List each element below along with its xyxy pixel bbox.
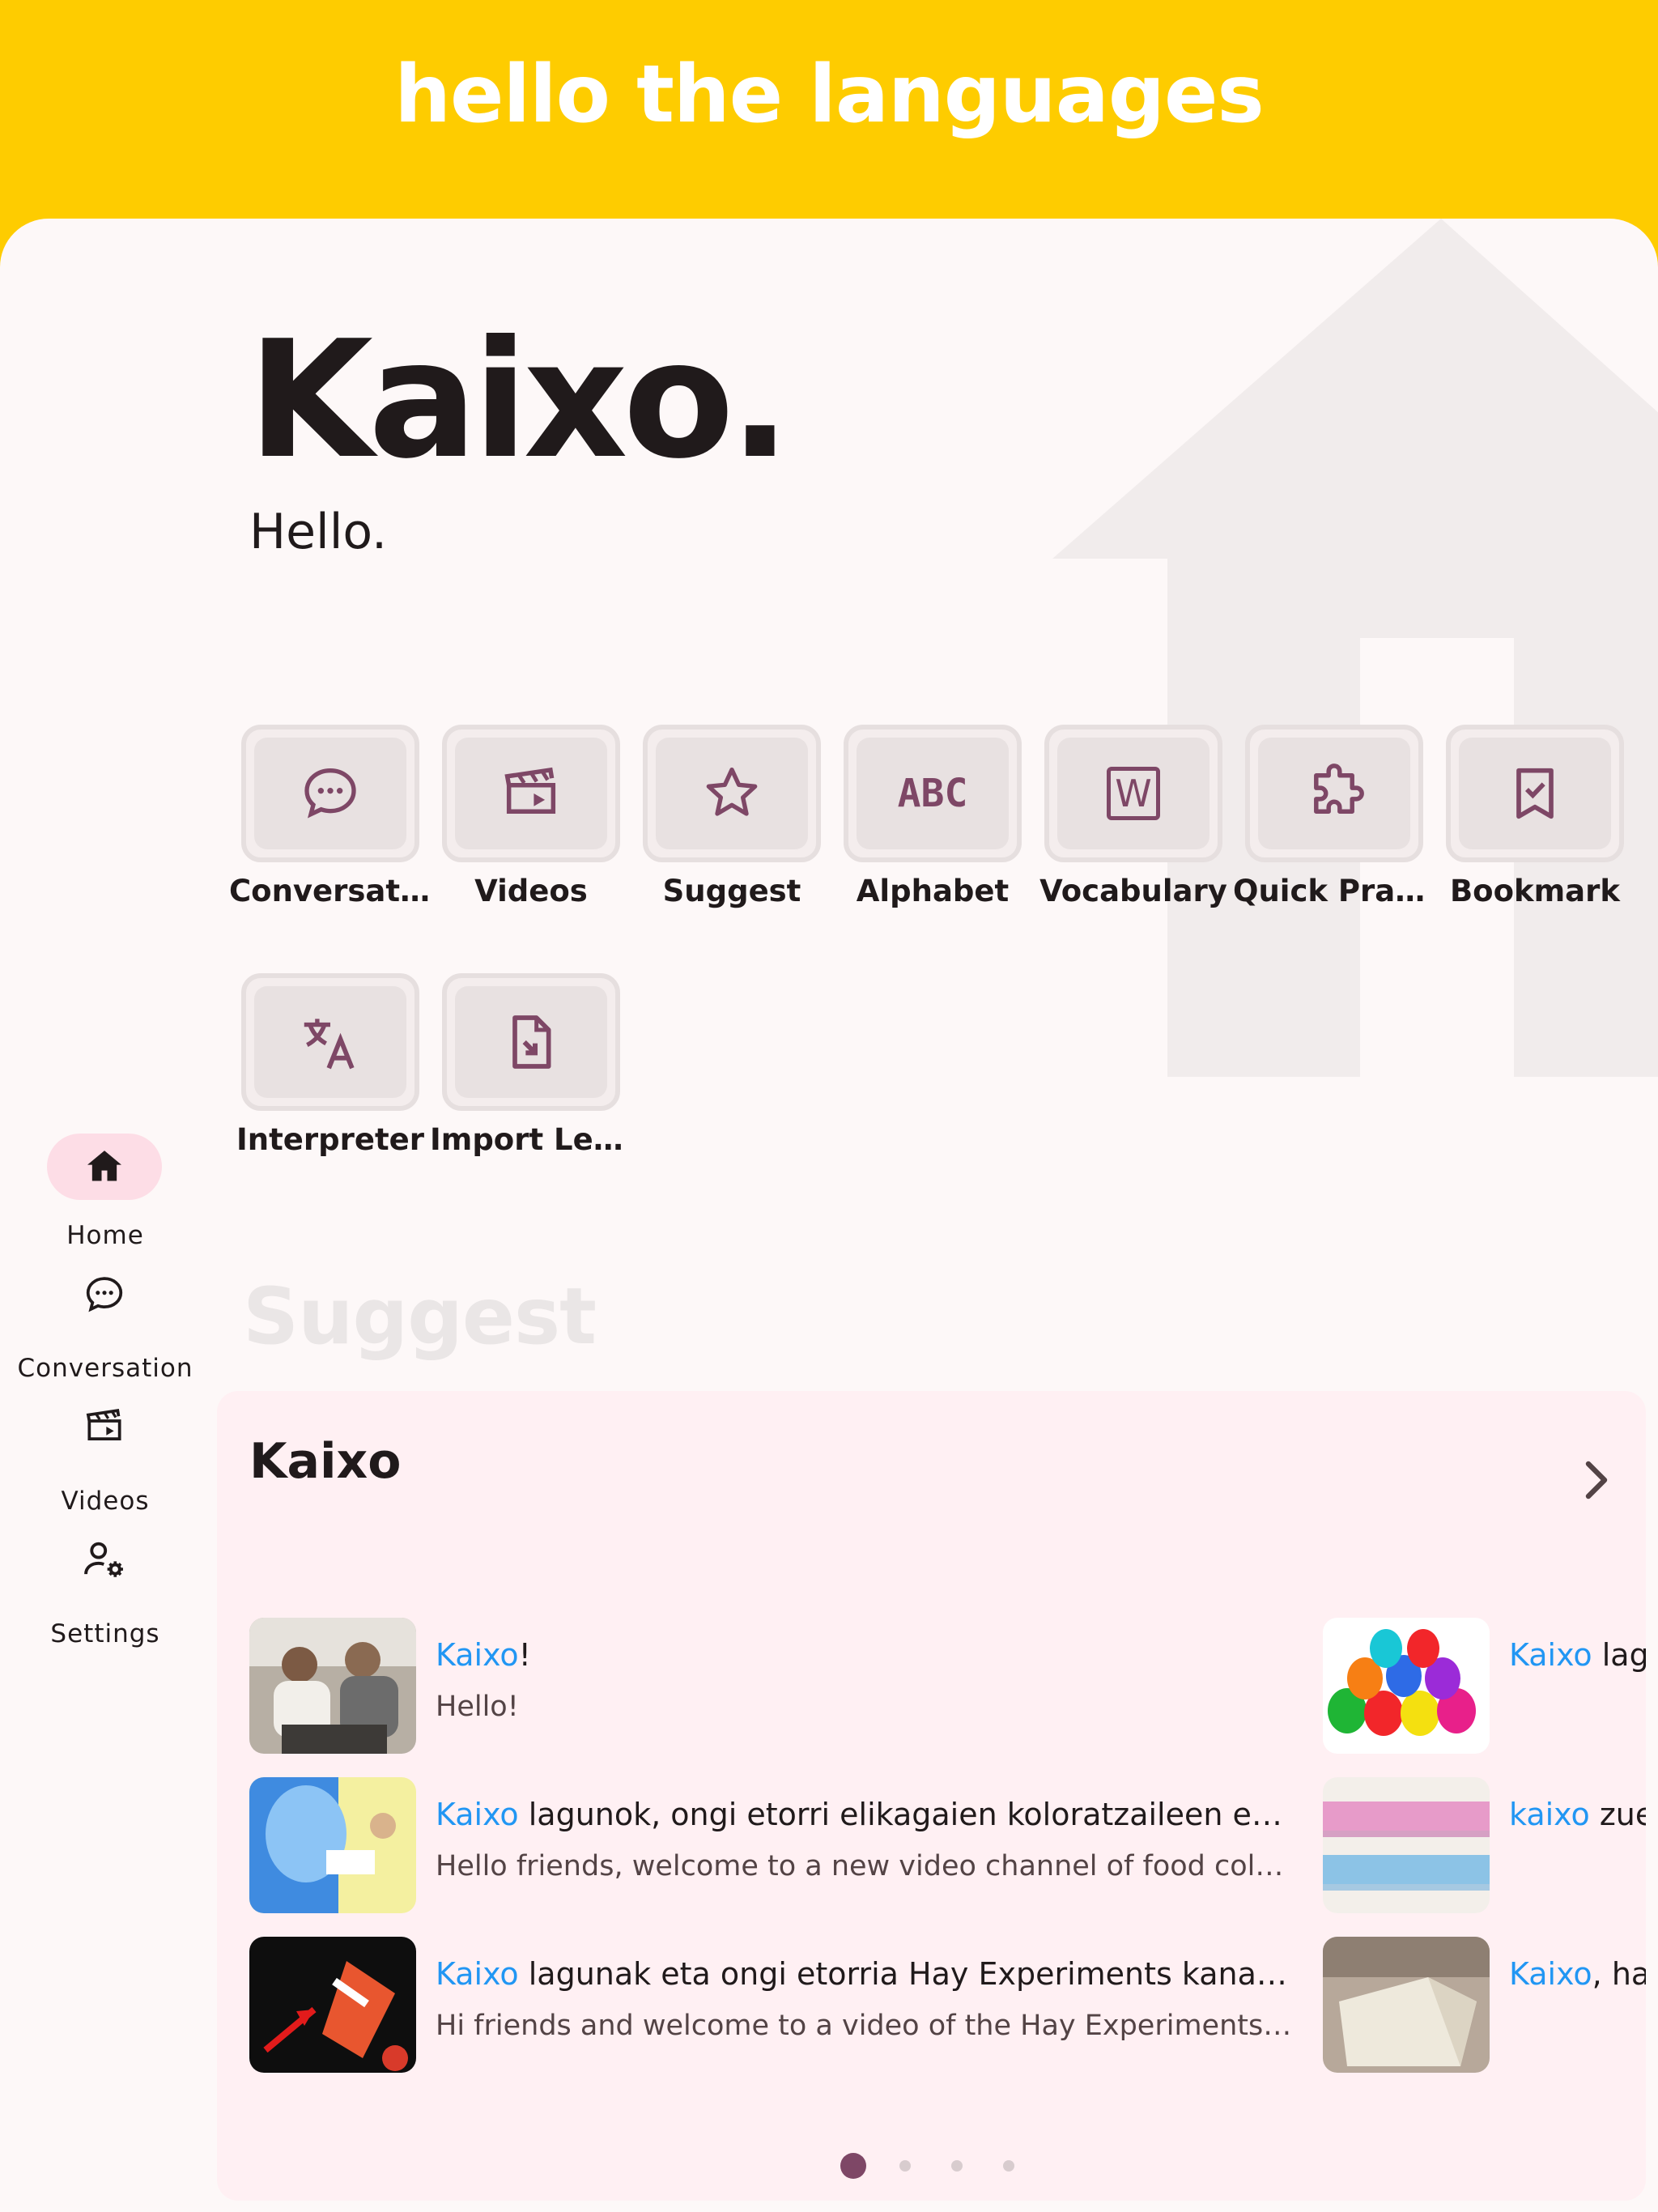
tile-videos[interactable]: Videos — [442, 725, 620, 908]
item-title-rest: lagunok, ongi etorri elikagaien koloratz… — [518, 1797, 1294, 1832]
house-watermark-icon — [1052, 219, 1658, 1077]
app-title: hello the languages — [394, 49, 1265, 141]
suggest-item[interactable]: Kaixo lagunok, ongi etorri elikagaien ko… — [249, 1777, 1302, 1913]
page-dot-active[interactable] — [840, 2153, 866, 2179]
video-thumbnail — [1323, 1618, 1490, 1754]
translate-icon — [304, 1019, 355, 1070]
suggest-card: Kaixo Kaixo! Hello! Kaixo lagunok, ongi … — [217, 1391, 1646, 2201]
item-subtitle: Hello friends, welcome to a new video ch… — [436, 1850, 1294, 1882]
tile-import-lesson[interactable]: Import Les... — [430, 973, 632, 1157]
video-thumbnail — [249, 1937, 416, 2073]
user-settings-icon — [84, 1542, 123, 1577]
item-title-rest: , hau — [1592, 1956, 1646, 1992]
video-thumbnail — [249, 1618, 416, 1754]
item-title-rest: lagunak eta ongi etorria Hay Experiments… — [518, 1956, 1294, 1992]
hero-translation: Hello. — [249, 504, 388, 560]
suggest-item[interactable]: Kaixo lagunak eta ongi etorria Hay Exper… — [249, 1937, 1302, 2073]
item-title: Kaixo, hau — [1509, 1956, 1646, 1992]
page-dot[interactable] — [951, 2160, 963, 2172]
word-glyph: W — [1115, 772, 1152, 815]
nav-label: Settings — [50, 1619, 160, 1648]
tile-label: Interpreter — [236, 1122, 424, 1157]
nav-label: Home — [66, 1221, 144, 1250]
suggest-item[interactable]: Kaixo lagu — [1323, 1618, 1646, 1754]
bookmark-check-icon — [1516, 768, 1554, 819]
star-icon — [706, 768, 758, 816]
tile-interpreter[interactable]: Interpreter — [236, 973, 424, 1157]
tile-label: Conversati... — [229, 874, 432, 908]
item-highlight: Kaixo — [436, 1637, 519, 1673]
app-bar: hello the languages — [0, 0, 1658, 219]
item-title: Kaixo lagu — [1509, 1637, 1646, 1673]
tile-alphabet[interactable]: ABC Alphabet — [844, 725, 1022, 908]
item-highlight: Kaixo — [1509, 1956, 1592, 1992]
tile-conversation[interactable]: Conversati... — [229, 725, 432, 908]
nav-label: Conversation — [17, 1354, 193, 1383]
nav-active-indicator — [47, 1134, 162, 1200]
tile-label: Alphabet — [856, 874, 1010, 908]
tile-label: Import Les... — [430, 1122, 632, 1157]
item-highlight: Kaixo — [436, 1797, 519, 1832]
item-title: Kaixo! — [436, 1637, 1294, 1673]
item-title: Kaixo lagunak eta ongi etorria Hay Exper… — [436, 1956, 1294, 1992]
item-highlight: Kaixo — [1509, 1637, 1592, 1673]
suggest-item[interactable]: kaixo zuel — [1323, 1777, 1646, 1913]
video-thumbnail — [1323, 1937, 1490, 2073]
file-import-icon — [512, 1015, 551, 1069]
item-title-rest: lagu — [1601, 1637, 1646, 1673]
item-title-rest: zuel — [1599, 1797, 1646, 1832]
puzzle-icon — [1314, 764, 1364, 814]
page-dot[interactable] — [899, 2160, 911, 2172]
tile-label: Quick Prac... — [1233, 874, 1435, 908]
tile-bookmark[interactable]: Bookmark — [1446, 725, 1624, 908]
tile-label: Vocabulary — [1039, 874, 1227, 908]
chevron-right-icon[interactable] — [1577, 1456, 1616, 1504]
item-title: Kaixo lagunok, ongi etorri elikagaien ko… — [436, 1797, 1294, 1832]
item-highlight: kaixo — [1509, 1797, 1590, 1832]
abc-icon: ABC — [897, 771, 968, 816]
item-subtitle: Hi friends and welcome to a video of the… — [436, 2010, 1294, 2042]
page-indicator — [840, 2150, 1083, 2180]
main-sheet: Kaixo. Hello. Conversati... Videos Sugge… — [0, 219, 1658, 2212]
tile-quick-practice[interactable]: Quick Prac... — [1233, 725, 1435, 908]
card-title: Kaixo — [249, 1433, 402, 1490]
video-clapper-icon — [86, 1409, 121, 1441]
suggest-item[interactable]: Kaixo! Hello! — [249, 1618, 1302, 1754]
item-highlight: Kaixo — [436, 1956, 519, 1992]
tile-label: Bookmark — [1449, 874, 1621, 908]
home-icon — [87, 1151, 121, 1181]
video-thumbnail — [249, 1777, 416, 1913]
item-subtitle: Hello! — [436, 1691, 519, 1723]
suggest-item[interactable]: Kaixo, hau — [1323, 1937, 1646, 2073]
word-document-icon: W — [1107, 767, 1160, 820]
tile-label: Videos — [474, 874, 588, 908]
chat-bubble-icon — [86, 1277, 123, 1312]
nav-label: Videos — [61, 1487, 150, 1516]
video-thumbnail — [1323, 1777, 1490, 1913]
item-title-rest: ! — [518, 1637, 531, 1673]
chat-bubble-icon — [304, 768, 356, 819]
section-heading-suggest: Suggest — [243, 1271, 597, 1362]
video-clapper-icon — [504, 767, 556, 814]
tile-label: Suggest — [662, 874, 801, 908]
tile-suggest[interactable]: Suggest — [643, 725, 821, 908]
item-title: kaixo zuel — [1509, 1797, 1646, 1832]
hero-word: Kaixo. — [248, 306, 791, 495]
page-dot[interactable] — [1003, 2160, 1014, 2172]
tile-vocabulary[interactable]: W Vocabulary — [1039, 725, 1227, 908]
